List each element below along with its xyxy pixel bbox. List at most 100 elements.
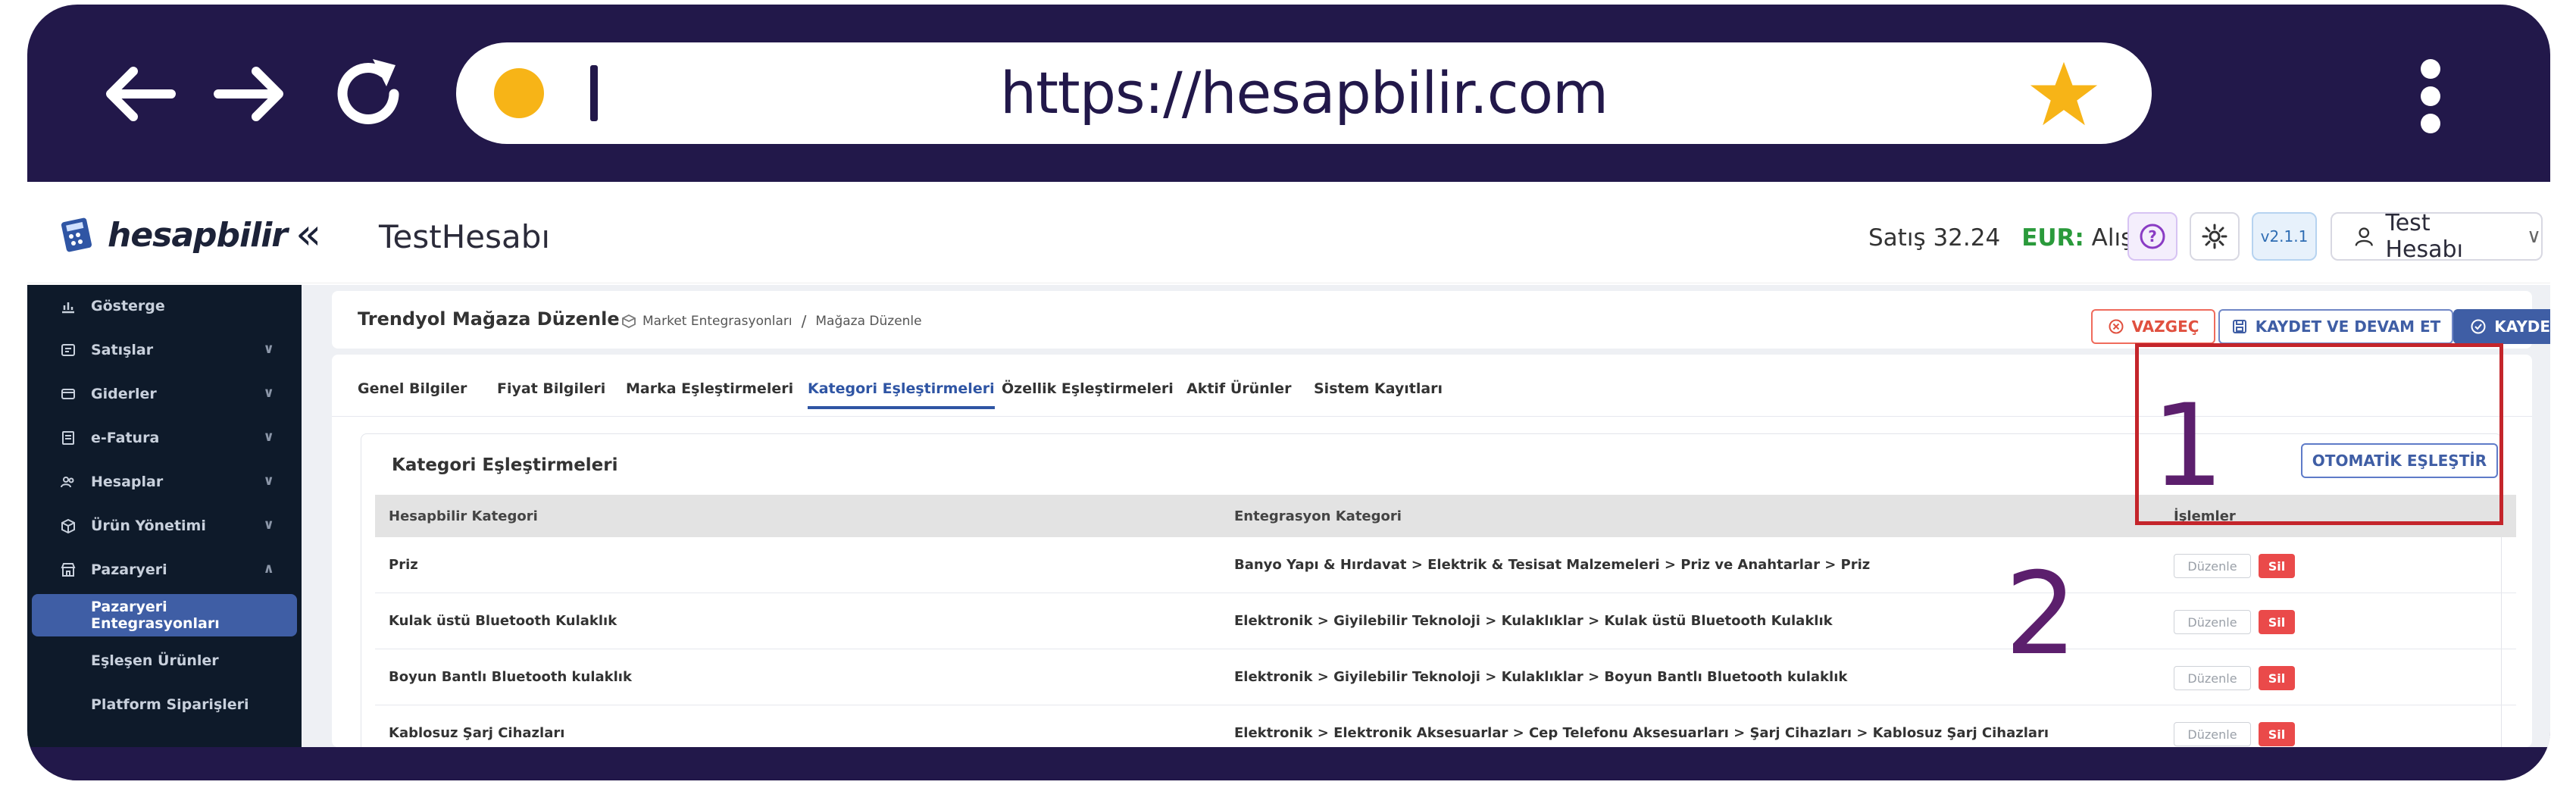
sidebar-item-label: e-Fatura: [91, 430, 160, 446]
box-icon: [59, 517, 77, 535]
chevron-down-icon: ∨: [263, 429, 274, 445]
gear-icon: [2202, 224, 2227, 249]
delete-button[interactable]: Sil: [2259, 722, 2295, 746]
eur-label: EUR:: [2021, 224, 2084, 252]
cancel-button[interactable]: VAZGEÇ: [2091, 309, 2215, 344]
sidebar-item-satislar[interactable]: Satışlar ∨: [27, 329, 302, 371]
box-icon: [622, 314, 636, 329]
rate-sell: Satış 32.24: [1868, 224, 2001, 252]
sidebar-item-urun-yonetimi[interactable]: Ürün Yönetimi ∨: [27, 505, 302, 547]
save-button[interactable]: KAYDET: [2453, 309, 2550, 344]
row-category: Boyun Bantlı Bluetooth kulaklık: [389, 669, 632, 685]
sidebar-item-label: Ürün Yönetimi: [91, 518, 206, 534]
collapse-sidebar-icon[interactable]: «: [295, 214, 321, 256]
sidebar-item-label: Pazaryeri: [91, 561, 167, 578]
chevron-down-icon: ∨: [263, 517, 274, 533]
url-bar[interactable]: https://hesapbilir.com: [456, 42, 2152, 144]
save-icon: [2232, 320, 2246, 333]
top-bar: hesapbilir « TestHesabı Satış 32.24 EUR: …: [27, 182, 2550, 283]
breadcrumb-separator: /: [801, 312, 807, 330]
tab-fiyat-bilgileri[interactable]: Fiyat Bilgileri: [497, 380, 605, 397]
sidebar-item-hesaplar[interactable]: Hesaplar ∨: [27, 461, 302, 503]
help-icon: ?: [2140, 224, 2165, 249]
page-header: Trendyol Mağaza Düzenle Market Entegrasy…: [332, 291, 2550, 349]
user-menu-button[interactable]: Test Hesabı ∨: [2331, 210, 2543, 263]
breadcrumb: Market Entegrasyonları / Mağaza Düzenle: [621, 312, 922, 330]
url-text: https://hesapbilir.com: [999, 59, 1608, 127]
save-and-continue-label: KAYDET VE DEVAM ET: [2255, 317, 2441, 336]
sidebar-item-gosterge[interactable]: Gösterge: [27, 285, 302, 327]
svg-text:?: ?: [2148, 227, 2157, 245]
frame-bottom: [27, 747, 2550, 780]
row-integration-category: Elektronik > Giyilebilir Teknoloji > Kul…: [1234, 613, 1833, 629]
sidebar-item-label: Gösterge: [91, 298, 165, 314]
sidebar-item-pazaryeri[interactable]: Pazaryeri ∧: [27, 549, 302, 591]
row-category: Kulak üstü Bluetooth Kulaklık: [389, 613, 617, 629]
column-header: Hesapbilir Kategori: [389, 508, 538, 524]
tab-sistem-kayitlari[interactable]: Sistem Kayıtları: [1314, 380, 1443, 397]
tab-aktif-urunler[interactable]: Aktif Ürünler: [1186, 380, 1291, 397]
delete-button[interactable]: Sil: [2259, 610, 2295, 634]
company-name: TestHesabı: [379, 218, 551, 255]
accounts-icon: [59, 473, 77, 491]
invoice-icon: [59, 429, 77, 447]
sidebar-item-label: Satışlar: [91, 342, 154, 358]
forward-arrow-icon[interactable]: [203, 48, 294, 139]
edit-button[interactable]: Düzenle: [2174, 610, 2251, 634]
page-title: Trendyol Mağaza Düzenle: [358, 308, 620, 330]
chevron-down-icon: ∨: [2526, 225, 2541, 248]
version-badge[interactable]: v2.1.1: [2252, 212, 2317, 261]
tab-genel-bilgiler[interactable]: Genel Bilgiler: [358, 380, 467, 397]
edit-button[interactable]: Düzenle: [2174, 554, 2251, 578]
sidebar-item-label: Hesaplar: [91, 474, 164, 490]
sidebar-subitem-platform-siparisleri[interactable]: Platform Siparişleri: [27, 683, 302, 726]
expenses-icon: [59, 385, 77, 403]
logo-text: hesapbilir: [108, 215, 288, 255]
sidebar-item-efatura[interactable]: e-Fatura ∨: [27, 417, 302, 459]
table-row: Kulak üstü Bluetooth Kulaklık Elektronik…: [375, 593, 2516, 649]
save-and-continue-button[interactable]: KAYDET VE DEVAM ET: [2218, 309, 2453, 344]
user-name: Test Hesabı: [2385, 210, 2463, 263]
tab-ozellik-eslestirmeleri[interactable]: Özellik Eşleştirmeleri: [1002, 380, 1174, 397]
chevron-down-icon: ∨: [263, 473, 274, 489]
delete-button[interactable]: Sil: [2259, 554, 2295, 578]
rate-buy-label: Alış: [2084, 224, 2134, 252]
row-integration-category: Elektronik > Elektronik Aksesuarlar > Ce…: [1234, 725, 2049, 741]
annotation-number-2: 2: [2005, 549, 2077, 680]
row-integration-category: Banyo Yapı & Hırdavat > Elektrik & Tesis…: [1234, 557, 1871, 573]
sidebar: Gösterge Satışlar ∨ Giderler ∨ e-Fatura …: [27, 285, 302, 747]
kebab-menu-icon[interactable]: [2417, 59, 2444, 133]
calculator-logo-icon: [61, 217, 92, 252]
save-button-label: KAYDET: [2494, 317, 2550, 336]
back-arrow-icon[interactable]: [95, 48, 186, 139]
chevron-down-icon: ∨: [263, 341, 274, 357]
row-category: Kablosuz Şarj Cihazları: [389, 725, 565, 741]
chevron-down-icon: ∨: [263, 385, 274, 401]
close-circle-icon: [2109, 319, 2124, 334]
sales-icon: [59, 341, 77, 359]
tab-marka-eslestirmeleri[interactable]: Marka Eşleştirmeleri: [626, 380, 793, 397]
tab-kategori-eslestirmeleri[interactable]: Kategori Eşleştirmeleri: [808, 380, 995, 409]
row-integration-category: Elektronik > Giyilebilir Teknoloji > Kul…: [1234, 669, 1848, 685]
help-button[interactable]: ?: [2127, 212, 2177, 261]
logo[interactable]: hesapbilir: [59, 212, 288, 258]
delete-button[interactable]: Sil: [2259, 666, 2295, 690]
breadcrumb-link[interactable]: Market Entegrasyonları: [642, 314, 792, 329]
annotation-number-1: 1: [2152, 380, 2224, 512]
row-category: Priz: [389, 557, 418, 573]
table-row: Priz Banyo Yapı & Hırdavat > Elektrik & …: [375, 537, 2516, 593]
table-row: Boyun Bantlı Bluetooth kulaklık Elektron…: [375, 649, 2516, 705]
settings-button[interactable]: [2190, 212, 2240, 261]
chevron-up-icon: ∧: [263, 561, 274, 577]
breadcrumb-current: Mağaza Düzenle: [815, 314, 922, 329]
edit-button[interactable]: Düzenle: [2174, 722, 2251, 746]
edit-button[interactable]: Düzenle: [2174, 666, 2251, 690]
star-icon[interactable]: [2027, 58, 2100, 130]
check-circle-icon: [2471, 319, 2486, 334]
cancel-button-label: VAZGEÇ: [2131, 317, 2199, 336]
reload-icon[interactable]: [323, 48, 414, 139]
sidebar-subitem-eslesen-urunler[interactable]: Eşleşen Ürünler: [27, 639, 302, 682]
chart-icon: [59, 297, 77, 315]
sidebar-item-giderler[interactable]: Giderler ∨: [27, 373, 302, 415]
sidebar-subitem-pazaryeri-entegrasyonlari[interactable]: Pazaryeri Entegrasyonları: [32, 594, 297, 636]
